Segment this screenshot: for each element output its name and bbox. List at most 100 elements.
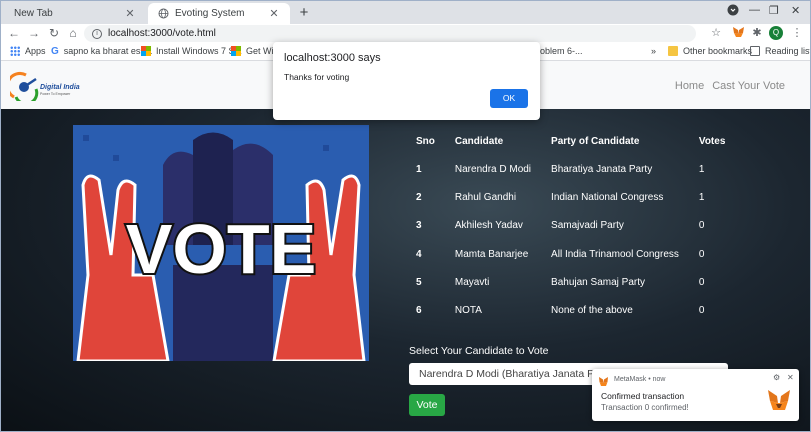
results-table: Sno Candidate Party of Candidate Votes 1 Nar… — [406, 127, 735, 325]
column-header: Party of Candidate — [551, 135, 640, 147]
table-row: 6 NOTA None of the above 0 — [406, 296, 735, 324]
nav-link-home[interactable]: Home — [675, 80, 704, 92]
nav-link-cast-your-vote[interactable]: Cast Your Vote — [712, 80, 785, 92]
table-cell: 4 — [416, 248, 422, 260]
reload-icon[interactable]: ↻ — [46, 25, 62, 41]
home-icon[interactable]: ⌂ — [65, 25, 81, 41]
table-cell: 1 — [416, 163, 422, 175]
table-row: 2 Rahul Gandhi Indian National Congress 1 — [406, 183, 735, 211]
column-header: Sno — [416, 135, 435, 147]
avatar[interactable]: Q — [769, 26, 783, 40]
metamask-extension-icon[interactable] — [731, 26, 745, 40]
bookmark-other[interactable]: Other bookmarks — [668, 46, 752, 56]
bookmark-sapno[interactable]: G sapno ka bharat ess... — [51, 46, 153, 57]
back-icon[interactable]: ← — [6, 25, 22, 41]
bookmarks-overflow-icon[interactable]: » — [651, 46, 656, 56]
window-close-icon[interactable]: ✕ — [791, 4, 800, 17]
notification-source: MetaMask • now — [614, 376, 666, 383]
table-cell: 0 — [698, 248, 705, 260]
profile-menu-icon[interactable] — [727, 4, 739, 19]
info-icon[interactable]: i — [92, 28, 102, 39]
table-cell: 0 — [698, 305, 705, 317]
table-cell: None of the above — [551, 305, 633, 317]
table-cell: 6 — [416, 305, 422, 317]
table-cell: NOTA — [454, 305, 482, 317]
tab-strip: New Tab ✕ Evoting System ✕ + — ❐ ✕ — [0, 0, 811, 24]
bookmark-label: Install Windows 7 S... — [156, 46, 243, 56]
poster-vote-text: VOTE — [126, 210, 317, 288]
table-cell: Mamta Banarjee — [454, 248, 529, 260]
table-cell: Narendra D Modi — [454, 163, 532, 175]
dialog-title: localhost:3000 says — [284, 52, 381, 64]
tab-new-tab[interactable]: New Tab ✕ — [4, 3, 146, 24]
browser-toolbar: ← → ↻ ⌂ i localhost:3000/vote.html ☆ ✱ Q… — [0, 24, 811, 43]
url-text: localhost:3000/vote.html — [108, 28, 216, 39]
notification-message: Transaction 0 confirmed! — [601, 403, 689, 412]
logo-text: Digital India — [40, 84, 80, 91]
logo-tagline: Power To Empower — [40, 92, 71, 96]
table-row: 5 Mayavti Bahujan Samaj Party 0 — [406, 268, 735, 296]
close-icon[interactable]: ✕ — [124, 7, 136, 20]
vote-button[interactable]: Vote — [409, 394, 445, 416]
notification-title: Confirmed transaction — [601, 391, 685, 401]
minimize-icon[interactable]: — — [749, 4, 760, 16]
bookmark-problem[interactable]: oblem 6-... — [540, 46, 583, 56]
bookmark-label: oblem 6-... — [540, 46, 583, 56]
table-cell: Indian National Congress — [551, 191, 664, 203]
bookmark-label: sapno ka bharat ess... — [63, 46, 153, 56]
table-row: 3 Akhilesh Yadav Samajvadi Party 0 — [406, 212, 735, 240]
dialog-message: Thanks for voting — [284, 72, 350, 82]
table-cell: Akhilesh Yadav — [454, 220, 523, 232]
tab-evoting-system[interactable]: Evoting System ✕ — [148, 3, 290, 24]
bookmark-label: Apps — [25, 46, 46, 56]
digital-india-logo[interactable]: Digital India Power To Empower — [10, 71, 94, 101]
alert-dialog: localhost:3000 says Thanks for voting OK — [273, 42, 540, 120]
table-cell: 0 — [698, 220, 705, 232]
bookmark-label: Other bookmarks — [683, 46, 753, 56]
close-icon[interactable]: ✕ — [787, 373, 794, 382]
globe-icon — [158, 8, 169, 19]
table-cell: Rahul Gandhi — [454, 191, 517, 203]
folder-icon — [668, 46, 678, 56]
ok-button[interactable]: OK — [490, 89, 528, 108]
table-cell: Samajvadi Party — [551, 220, 624, 232]
bookmark-reading-list[interactable]: Reading list — [750, 46, 811, 56]
new-tab-icon[interactable]: + — [296, 5, 312, 21]
windows-icon — [141, 46, 151, 56]
apps-grid-icon — [10, 46, 20, 56]
close-icon[interactable]: ✕ — [268, 7, 280, 20]
table-row: 1 Narendra D Modi Bharatiya Janata Party 1 — [406, 155, 735, 183]
metamask-notification: MetaMask • now ⚙ ✕ Confirmed transaction… — [592, 369, 799, 421]
bookmark-install-windows[interactable]: Install Windows 7 S... — [141, 46, 242, 56]
address-bar[interactable]: i localhost:3000/vote.html — [84, 25, 696, 42]
table-cell: 5 — [416, 276, 422, 288]
metamask-fox-icon — [768, 390, 790, 410]
table-cell: 1 — [698, 163, 705, 175]
table-row: 4 Mamta Banarjee All India Trinamool Congr… — [406, 240, 735, 268]
nav-links: Home Cast Your Vote — [675, 80, 785, 92]
gear-icon[interactable]: ⚙ — [773, 373, 780, 382]
tab-title: Evoting System — [175, 8, 245, 19]
table-cell: 2 — [416, 191, 422, 203]
metamask-icon — [599, 377, 608, 386]
bookmark-label: Reading list — [765, 46, 811, 56]
column-header: Candidate — [454, 135, 504, 147]
table-cell: Bahujan Samaj Party — [551, 276, 645, 288]
windows-icon — [231, 46, 241, 56]
column-header: Votes — [698, 135, 726, 147]
kebab-menu-icon[interactable]: ⋮ — [790, 26, 804, 40]
table-cell: Bharatiya Janata Party — [551, 163, 653, 175]
select-candidate-label: Select Your Candidate to Vote — [409, 345, 549, 357]
tab-title: New Tab — [14, 8, 53, 19]
table-cell: Mayavti — [454, 276, 490, 288]
reading-list-icon — [750, 46, 760, 56]
bookmark-apps[interactable]: Apps — [10, 46, 46, 56]
maximize-icon[interactable]: ❐ — [769, 4, 779, 17]
table-cell: 1 — [698, 191, 705, 203]
extensions-puzzle-icon[interactable]: ✱ — [750, 26, 764, 40]
bookmark-star-icon[interactable]: ☆ — [709, 26, 723, 40]
table-cell: 0 — [698, 276, 705, 288]
vote-poster-image: VOTE — [73, 125, 369, 361]
table-cell: 3 — [416, 220, 422, 232]
forward-icon[interactable]: → — [26, 25, 42, 41]
